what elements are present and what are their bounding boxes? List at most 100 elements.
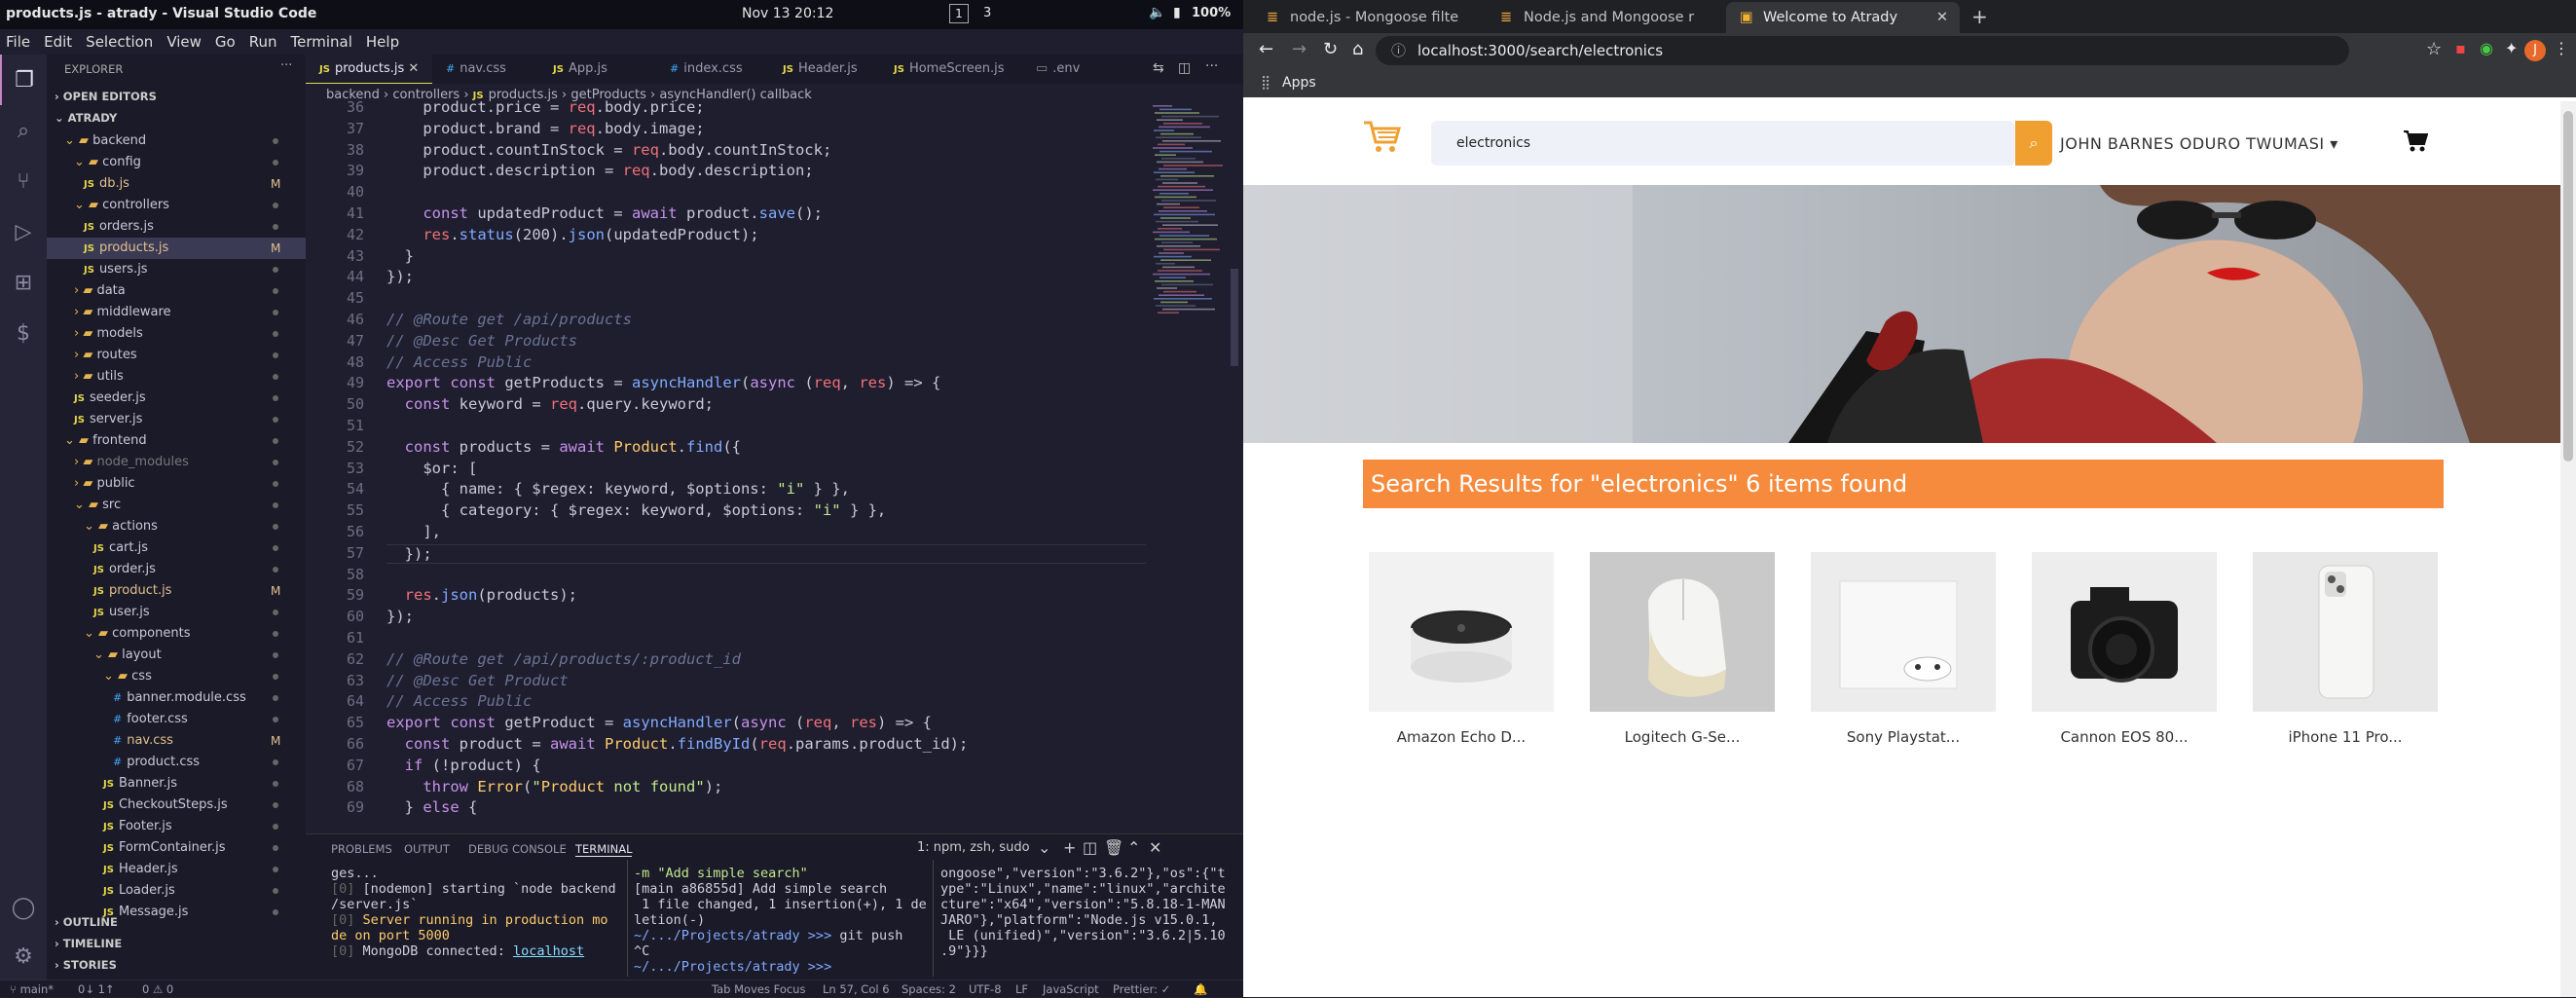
search-icon[interactable]: ⌕ [0, 105, 47, 156]
code-line[interactable]: { name: { $regex: keyword, $options: "i"… [386, 480, 850, 498]
tab-terminal[interactable]: TERMINAL [575, 842, 633, 857]
menu-terminal[interactable]: Terminal [291, 29, 352, 55]
cart-icon[interactable] [2403, 129, 2428, 153]
menu-go[interactable]: Go [215, 29, 236, 55]
browser-tab[interactable]: ≣ Node.js and Mongoose r [1487, 2, 1712, 33]
trash-icon[interactable]: 🗑 [1104, 838, 1123, 857]
tab-nav-css[interactable]: # nav.css [432, 55, 539, 84]
code-line[interactable]: product.countInStock = req.body.countInS… [386, 141, 831, 159]
folder-item[interactable]: › ▰ data [47, 280, 306, 302]
tab-moves-focus[interactable]: Tab Moves Focus [712, 980, 805, 998]
file-item[interactable]: # nav.css M [47, 730, 306, 752]
file-item[interactable]: JS db.js M [47, 173, 306, 195]
open-changes-icon[interactable]: ⇆ [1153, 60, 1164, 76]
more-actions-icon[interactable]: ··· [1205, 58, 1218, 74]
split-terminal-icon[interactable]: ◫ [1083, 838, 1097, 857]
back-icon[interactable]: ← [1259, 39, 1273, 59]
logo-cart-icon[interactable] [1362, 119, 1401, 156]
updates-count[interactable]: 3 [983, 6, 991, 20]
forward-icon[interactable]: → [1292, 39, 1306, 59]
account-icon[interactable]: ◯ [0, 882, 47, 933]
code-line[interactable]: // @Desc Get Products [386, 332, 577, 350]
address-bar[interactable]: ⓘ localhost:3000/search/electronics [1376, 36, 2349, 65]
code-line[interactable]: export const getProducts = asyncHandler(… [386, 374, 940, 391]
code-line[interactable]: // @Desc Get Product [386, 672, 569, 689]
folder-item[interactable]: ⌄ ▰ src [47, 495, 306, 516]
close-icon[interactable]: ✕ [408, 61, 419, 76]
folder-item[interactable]: › ▰ utils [47, 366, 306, 388]
code-line[interactable]: throw Error("Product not found"); [386, 778, 722, 795]
terminal-1[interactable]: ges... [0] [nodemon] starting `node back… [331, 866, 616, 959]
code-line[interactable]: const updatedProduct = await product.sav… [386, 204, 823, 222]
code-line[interactable]: product.price = req.body.price; [386, 98, 704, 116]
code-line[interactable]: res.status(200).json(updatedProduct); [386, 226, 758, 243]
file-item[interactable]: JS products.js M [47, 238, 306, 259]
explorer-icon[interactable]: ❐ [0, 55, 47, 105]
docker-icon[interactable]: $ [0, 308, 47, 358]
product-name[interactable]: iPhone 11 Pro... [2253, 728, 2438, 746]
product-image[interactable] [2032, 552, 2217, 712]
product-name[interactable]: Logitech G-Se... [1590, 728, 1775, 746]
close-icon[interactable]: ✕ [1936, 2, 1948, 33]
star-icon[interactable]: ☆ [2426, 39, 2442, 59]
code-line[interactable]: // Access Public [386, 692, 532, 710]
puzzle-icon[interactable]: ✦ [2505, 39, 2518, 57]
product-name[interactable]: Cannon EOS 80... [2032, 728, 2217, 746]
workspace-root[interactable]: ⌄ ATRADY [55, 111, 117, 125]
file-item[interactable]: JS Header.js [47, 859, 306, 880]
file-item[interactable]: JS Banner.js [47, 773, 306, 795]
tab-products-js[interactable]: JS products.js ✕ [306, 55, 432, 84]
search-input[interactable]: electronics [1431, 121, 2015, 166]
folder-item[interactable]: ⌄ ▰ config [47, 152, 306, 173]
file-item[interactable]: JS user.js [47, 602, 306, 623]
outline-section[interactable]: › OUTLINE [55, 915, 118, 929]
code-line[interactable]: $or: [ [386, 460, 477, 477]
battery-level[interactable]: 100% [1192, 6, 1231, 20]
volume-icon[interactable]: 🔈 [1149, 5, 1165, 20]
language-mode[interactable]: JavaScript [1043, 980, 1099, 998]
code-line[interactable]: const keyword = req.query.keyword; [386, 395, 714, 413]
tab-debug-console[interactable]: DEBUG CONSOLE [468, 842, 567, 856]
source-control-icon[interactable]: ⑂ [0, 156, 47, 206]
code-line[interactable]: // @Route get /api/products [386, 311, 632, 328]
add-terminal-icon[interactable]: + [1063, 838, 1076, 857]
extension-icon[interactable]: ◉ [2480, 39, 2493, 57]
file-item[interactable]: JS seeder.js [47, 388, 306, 409]
code-line[interactable]: const products = await Product.find({ [386, 438, 741, 456]
menu-edit[interactable]: Edit [44, 29, 72, 55]
file-item[interactable]: JS Loader.js [47, 880, 306, 902]
terminal-2[interactable]: -m "Add simple search" [main a86855d] Ad… [634, 866, 927, 975]
run-debug-icon[interactable]: ▷ [0, 206, 47, 257]
browser-tab-active[interactable]: ▣ Welcome to Atrady ✕ [1726, 2, 1960, 33]
file-item[interactable]: JS users.js [47, 259, 306, 280]
folder-item[interactable]: ⌄ ▰ backend [47, 130, 306, 152]
file-item[interactable]: JS product.js M [47, 580, 306, 602]
folder-item[interactable]: ⌄ ▰ controllers [47, 195, 306, 216]
folder-item[interactable]: › ▰ middleware [47, 302, 306, 323]
menu-file[interactable]: File [6, 29, 30, 55]
page-scrollbar[interactable] [2560, 101, 2576, 997]
code-line[interactable]: const product = await Product.findById(r… [386, 735, 969, 753]
sync-status[interactable]: 0↓ 1↑ [78, 980, 115, 998]
tab-index-css[interactable]: # index.css [656, 55, 763, 84]
folder-item[interactable]: ⌄ ▰ components [47, 623, 306, 645]
info-icon[interactable]: ⓘ [1391, 42, 1406, 59]
folder-item[interactable]: › ▰ routes [47, 345, 306, 366]
file-item[interactable]: JS CheckoutSteps.js [47, 795, 306, 816]
file-item[interactable]: JS orders.js [47, 216, 306, 238]
menu-view[interactable]: View [166, 29, 202, 55]
code-line[interactable]: if (!product) { [386, 757, 541, 774]
tab-problems[interactable]: PROBLEMS [331, 842, 392, 856]
tab-header-js[interactable]: JS Header.js [769, 55, 876, 84]
profile-avatar[interactable]: J [2524, 40, 2546, 61]
bell-icon[interactable]: 🔔 [1194, 980, 1207, 998]
menu-selection[interactable]: Selection [86, 29, 153, 55]
file-item[interactable]: # footer.css [47, 709, 306, 730]
product-image[interactable] [2253, 552, 2438, 712]
close-icon[interactable]: ✕ [1149, 838, 1161, 857]
extensions-icon[interactable]: ⊞ [0, 257, 47, 308]
indentation[interactable]: Spaces: 2 [902, 980, 956, 998]
product-name[interactable]: Amazon Echo D... [1369, 728, 1554, 746]
apps-bookmark[interactable]: Apps [1282, 68, 1316, 97]
code-line[interactable]: }); [386, 543, 1146, 564]
